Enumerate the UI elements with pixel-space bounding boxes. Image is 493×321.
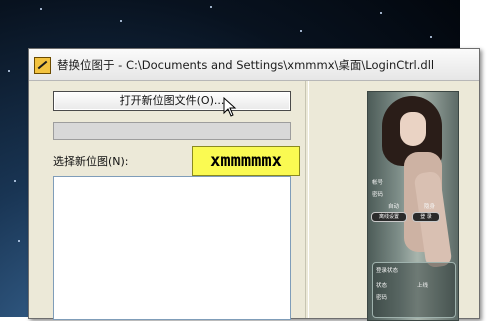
star [430, 36, 432, 38]
star [300, 30, 302, 32]
replace-bitmap-dialog: 替换位图于 - C:\Documents and Settings\xmmmx\… [28, 48, 480, 321]
preview-figure-face [400, 112, 426, 146]
star [380, 12, 382, 14]
preview-login-pill: 登 录 [412, 212, 440, 222]
preview-label-password2: 密码 [376, 295, 388, 301]
window-title: 替换位图于 - C:\Documents and Settings\xmmmx\… [57, 58, 435, 72]
preview-offline-settings-pill: 离线设置 [371, 212, 407, 222]
star [120, 20, 122, 22]
dialog-content: 打开新位图文件(O)... 选择新位图(N): xmmmmmx 帐号 密码 自动… [29, 81, 479, 321]
select-bitmap-label: 选择新位图(N): [53, 155, 129, 168]
preview-label-invisible: 隐身 [424, 204, 436, 210]
open-bitmap-button[interactable]: 打开新位图文件(O)... [53, 91, 291, 111]
title-bar[interactable]: 替换位图于 - C:\Documents and Settings\xmmmx\… [29, 49, 479, 81]
vertical-separator [305, 81, 309, 318]
preview-label-login-status: 登录状态 [376, 268, 399, 274]
app-icon [34, 57, 51, 74]
bitmap-path-field [53, 122, 291, 140]
star [40, 8, 42, 10]
star [210, 6, 212, 8]
star [8, 70, 10, 72]
preview-label-auto: 自动 [388, 204, 400, 210]
bitmap-preview: 帐号 密码 自动 隐身 离线设置 登 录 登录状态 状态 密码 上线 [367, 91, 459, 321]
star [18, 240, 20, 242]
preview-status-box: 登录状态 状态 密码 上线 [372, 262, 456, 318]
mouse-cursor-icon [223, 97, 237, 117]
watermark-badge: xmmmmmx [192, 146, 300, 176]
bitmap-listbox[interactable] [53, 176, 291, 320]
preview-label-account: 帐号 [372, 180, 384, 186]
star [14, 180, 16, 182]
preview-label-status: 状态 [376, 283, 388, 289]
preview-label-password: 密码 [372, 192, 384, 198]
preview-label-online: 上线 [417, 283, 429, 289]
